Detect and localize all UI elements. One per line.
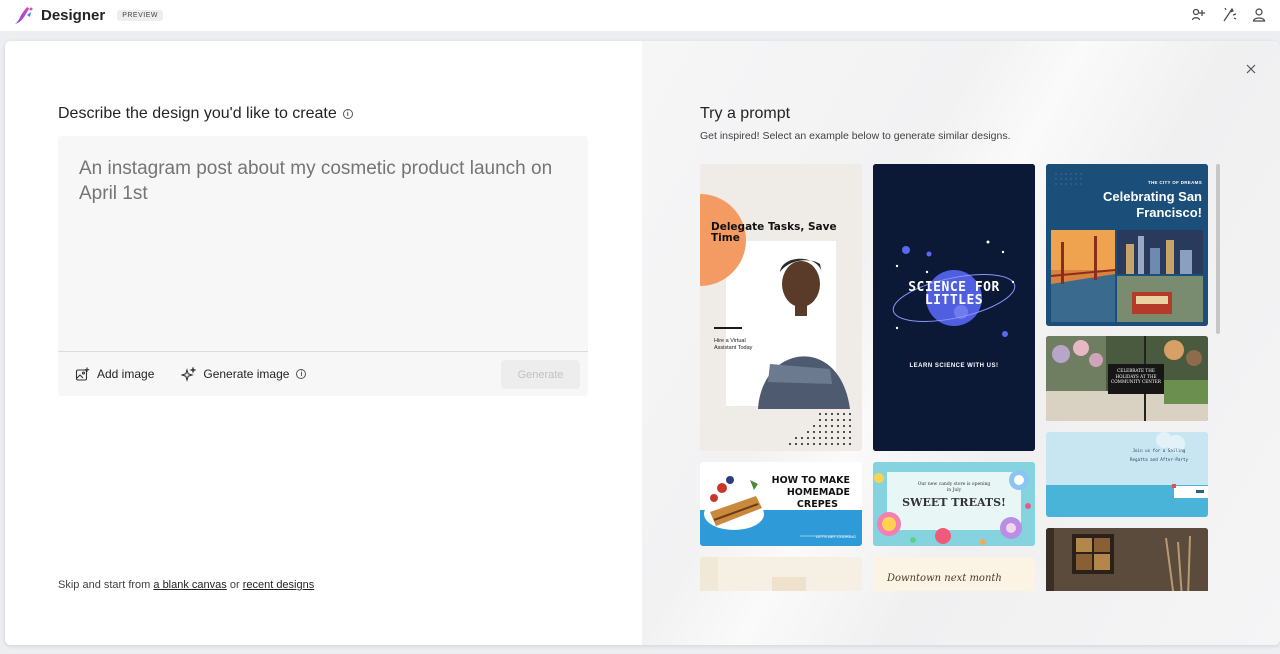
recent-designs-link[interactable]: recent designs: [243, 579, 315, 591]
skip-prefix: Skip and start from: [58, 579, 151, 591]
preview-badge: PREVIEW: [117, 10, 163, 21]
delegate-title: Delegate Tasks, Save Time: [711, 221, 837, 244]
example-card-crepes[interactable]: HOW TO MAKE HOMEMADE CREPES LET'S GET CO…: [700, 462, 862, 546]
generate-button[interactable]: Generate: [501, 360, 580, 389]
try-prompt-pane: Try a prompt Get inspired! Select an exa…: [642, 41, 1280, 645]
partial-beige-artwork: [700, 557, 862, 591]
sf-kicker: THE CITY OF DREAMS: [1147, 180, 1202, 185]
top-bar: Designer PREVIEW: [0, 0, 1280, 31]
example-card-holidays[interactable]: CELEBRATE THE HOLIDAYS AT THE COMMUNITY …: [1046, 336, 1208, 421]
delegate-subtitle: Hire a Virtual Assistant Today: [714, 338, 753, 351]
create-dialog: Describe the design you'd like to create…: [5, 41, 1280, 645]
science-subtitle: LEARN SCIENCE WITH US!: [909, 363, 999, 369]
prompt-input[interactable]: [79, 156, 569, 306]
add-image-icon: [75, 367, 90, 381]
add-image-label: Add image: [97, 367, 155, 381]
sparkle-icon: [181, 366, 197, 382]
prompt-box: Add image Generate image i Generate: [58, 136, 588, 396]
example-gallery: Delegate Tasks, Save Time Hire a Virtual…: [700, 164, 1220, 591]
gallery-scrollbar[interactable]: [1216, 164, 1220, 334]
crepes-subtitle: LET'S GET COOKING: [815, 534, 856, 539]
skip-text: Skip and start from a blank canvas or re…: [58, 579, 314, 591]
sailing-text-1: Join us for a Sailing: [1132, 448, 1186, 453]
sailing-artwork: [1046, 432, 1208, 517]
sweet-treats-title: SWEET TREATS!: [902, 496, 1006, 509]
skip-or: or: [229, 579, 240, 591]
describe-heading-text: Describe the design you'd like to create: [58, 105, 337, 122]
share-icon[interactable]: [1188, 4, 1210, 26]
app-name: Designer: [41, 7, 106, 24]
sailing-text-2: Regatta and After-Party: [1130, 457, 1188, 462]
close-icon[interactable]: [1244, 62, 1258, 76]
prompt-toolbar: Add image Generate image i Generate: [58, 352, 588, 396]
downtown-text: Downtown next month: [887, 573, 1002, 584]
delegate-artwork: [700, 164, 862, 451]
science-title-2: LITTLES: [924, 293, 984, 308]
ideas-icon[interactable]: [1218, 4, 1240, 26]
generate-image-label: Generate image: [203, 367, 290, 381]
holidays-text: CELEBRATE THE HOLIDAYS AT THE COMMUNITY …: [1111, 368, 1161, 384]
crepes-title-3: CREPES: [796, 499, 838, 510]
info-icon[interactable]: i: [342, 109, 353, 119]
generate-info-icon[interactable]: i: [296, 369, 307, 379]
example-card-partial-beige[interactable]: [700, 557, 862, 591]
example-card-delegate[interactable]: Delegate Tasks, Save Time Hire a Virtual…: [700, 164, 862, 451]
art-gallery-artwork: [1046, 528, 1208, 591]
top-actions: [1188, 4, 1270, 26]
describe-heading: Describe the design you'd like to create…: [58, 105, 353, 123]
try-prompt-title: Try a prompt: [700, 105, 791, 122]
crepes-title-2: HOMEMADE: [786, 487, 850, 498]
example-card-downtown[interactable]: Downtown next month: [873, 557, 1035, 591]
try-prompt-subtitle: Get inspired! Select an example below to…: [700, 130, 1011, 142]
crepes-title-1: HOW TO MAKE: [771, 475, 850, 486]
describe-pane: Describe the design you'd like to create…: [5, 41, 642, 645]
sf-title-2: Francisco!: [1136, 205, 1202, 220]
blank-canvas-link[interactable]: a blank canvas: [153, 579, 226, 591]
example-card-art-gallery[interactable]: [1046, 528, 1208, 591]
account-icon[interactable]: [1248, 4, 1270, 26]
example-card-sailing[interactable]: Join us for a Sailing Regatta and After-…: [1046, 432, 1208, 517]
example-card-science[interactable]: SCIENCE FOR LITTLES LEARN SCIENCE WITH U…: [873, 164, 1035, 451]
sf-title-1: Celebrating San: [1103, 189, 1202, 204]
sweet-treats-subtitle: Our new candy store is opening in July: [917, 482, 991, 493]
example-card-sweet-treats[interactable]: Our new candy store is opening in July S…: [873, 462, 1035, 546]
designer-logo-icon[interactable]: [12, 5, 34, 27]
example-card-san-francisco[interactable]: THE CITY OF DREAMS Celebrating San Franc…: [1046, 164, 1208, 326]
generate-image-button[interactable]: Generate image i: [181, 366, 307, 382]
add-image-button[interactable]: Add image: [75, 367, 154, 382]
